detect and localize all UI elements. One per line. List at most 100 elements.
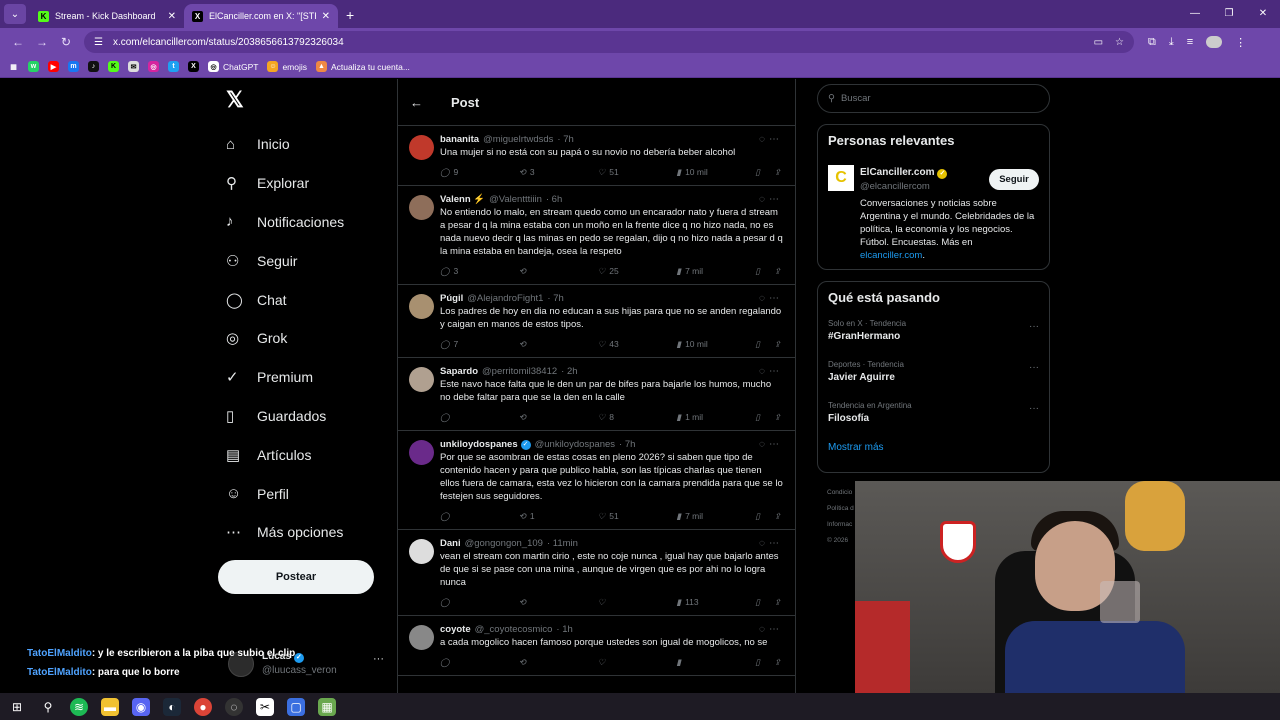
views-button[interactable]: ▮ 10 mil: [676, 339, 716, 350]
show-more-link[interactable]: Mostrar más: [828, 442, 1039, 453]
app-icon[interactable]: ▢: [287, 697, 305, 716]
bookmark-icon[interactable]: ▯: [755, 412, 760, 423]
more-icon[interactable]: ···: [1029, 362, 1039, 373]
share-icon[interactable]: ⇪: [774, 597, 781, 608]
minecraft-icon[interactable]: ▦: [318, 697, 336, 716]
reply-button[interactable]: ◯ 3: [440, 266, 480, 277]
bookmark-actualiza[interactable]: ▲ Actualiza tu cuenta...: [316, 61, 410, 72]
obs-icon[interactable]: ◌: [225, 697, 243, 716]
user-name[interactable]: Dani: [440, 538, 461, 549]
retweet-button[interactable]: ⟲: [519, 597, 559, 608]
nav-item-bookmark[interactable]: ▯ Guardados: [218, 397, 344, 436]
spotify-icon[interactable]: ≋: [70, 697, 88, 716]
user-name[interactable]: bananita: [440, 134, 479, 145]
share-icon[interactable]: ⇪: [774, 412, 781, 423]
avatar[interactable]: [409, 367, 434, 392]
like-button[interactable]: ♡ 25: [598, 266, 638, 277]
reply-tweet[interactable]: bananita @miguelrtwdsds · 7h ◌⋯ Una mujer si…: [398, 126, 795, 186]
close-icon[interactable]: ✕: [322, 11, 330, 22]
profile-avatar-icon[interactable]: [1206, 35, 1223, 48]
avatar[interactable]: [409, 195, 434, 220]
discord-icon[interactable]: ◉: [132, 697, 150, 716]
nav-item-premium[interactable]: ✓ Premium: [218, 358, 344, 397]
star-icon[interactable]: ☆: [1115, 37, 1124, 48]
bookmark-icon[interactable]: ▯: [755, 597, 760, 608]
twitch-icon[interactable]: t: [168, 61, 179, 72]
kick-icon[interactable]: K: [108, 61, 119, 72]
avatar[interactable]: [409, 135, 434, 160]
close-icon[interactable]: ✕: [168, 11, 176, 22]
bio-link[interactable]: elcanciller.com: [860, 250, 922, 261]
nav-item-article[interactable]: ▤ Artículos: [218, 435, 344, 474]
url-bar[interactable]: ☰ x.com/elcancillercom/status/2038656613…: [84, 31, 1134, 53]
reply-tweet[interactable]: Púgil @AlejandroFight1 · 7h ◌⋯ Los padres de…: [398, 285, 795, 358]
share-icon[interactable]: ⇪: [774, 167, 781, 178]
download-icon[interactable]: ⤓: [1169, 36, 1174, 49]
reply-button[interactable]: ◯ 7: [440, 339, 480, 350]
reply-tweet[interactable]: Valenn ⚡ @Valentttiiin · 6h ◌⋯ No entiendo l…: [398, 186, 795, 285]
menu-kebab-icon[interactable]: ⋮: [1235, 36, 1246, 49]
close-window-icon[interactable]: ✕: [1246, 0, 1280, 28]
reply-button[interactable]: ◯ 9: [440, 167, 480, 178]
windows-start-icon[interactable]: ⊞: [8, 698, 26, 716]
retweet-button[interactable]: ⟲: [519, 339, 559, 350]
retweet-button[interactable]: ⟲: [519, 266, 559, 277]
views-button[interactable]: ▮ 113: [676, 597, 716, 608]
nav-item-search[interactable]: ⚲ Explorar: [218, 164, 344, 203]
like-button[interactable]: ♡: [598, 597, 638, 608]
messenger-icon[interactable]: m: [68, 61, 79, 72]
reload-icon[interactable]: ↻: [54, 35, 78, 49]
reply-button[interactable]: ◯: [440, 511, 480, 522]
reply-tweet[interactable]: Sapardo @perritomil38412 · 2h ◌⋯ Este navo h…: [398, 358, 795, 431]
x-logo-icon[interactable]: 𝕏: [226, 87, 244, 113]
views-button[interactable]: ▮ 7 mil: [676, 266, 716, 277]
media-icon[interactable]: ≡: [1187, 36, 1193, 49]
search-icon[interactable]: ⚲: [39, 698, 57, 716]
bookmark-chatgpt[interactable]: ◎ ChatGPT: [208, 61, 258, 72]
follow-button[interactable]: Seguir: [989, 169, 1039, 190]
chrome-icon[interactable]: ●: [194, 697, 212, 716]
minimize-icon[interactable]: —: [1178, 0, 1212, 28]
share-icon[interactable]: ⇪: [774, 266, 781, 277]
tab-kick-dashboard[interactable]: K Stream - Kick Dashboard ✕: [30, 4, 184, 28]
like-button[interactable]: ♡ 51: [598, 511, 638, 522]
footer-link[interactable]: Política d: [827, 501, 854, 517]
more-icon[interactable]: ···: [373, 653, 384, 665]
avatar[interactable]: [409, 294, 434, 319]
nav-item-more[interactable]: ⋯ Más opciones: [218, 513, 344, 552]
mail-icon[interactable]: ✉: [128, 61, 139, 72]
bookmark-icon[interactable]: ▯: [755, 167, 760, 178]
grok-icon[interactable]: ◌⋯: [759, 624, 783, 635]
avatar[interactable]: [409, 625, 434, 650]
bookmark-icon[interactable]: ▯: [755, 339, 760, 350]
grok-icon[interactable]: ◌⋯: [759, 194, 783, 205]
bookmark-icon[interactable]: ▯: [755, 657, 760, 668]
footer-link[interactable]: Informac: [827, 517, 854, 533]
nav-item-person-add[interactable]: ⚇ Seguir: [218, 241, 344, 280]
trend-item[interactable]: Tendencia en Argentina Filosofía ···: [828, 401, 1039, 442]
grok-icon[interactable]: ◌⋯: [759, 538, 783, 549]
extensions-icon[interactable]: ⧉: [1148, 36, 1156, 49]
restore-icon[interactable]: ❐: [1212, 0, 1246, 28]
user-name[interactable]: unkiloydospanes: [440, 439, 518, 450]
retweet-button[interactable]: ⟲: [519, 412, 559, 423]
grok-icon[interactable]: ◌⋯: [759, 293, 783, 304]
reply-button[interactable]: ◯: [440, 597, 480, 608]
search-input[interactable]: ⚲ Buscar: [817, 84, 1050, 113]
steam-icon[interactable]: ◐: [163, 697, 181, 716]
tab-elcanciller-post[interactable]: X ElCanciller.com en X: "[STREAM ✕: [184, 4, 338, 28]
views-button[interactable]: ▮ 1 mil: [676, 412, 716, 423]
retweet-button[interactable]: ⟲ 3: [519, 167, 559, 178]
user-name[interactable]: Púgil: [440, 293, 463, 304]
reply-button[interactable]: ◯: [440, 412, 480, 423]
bookmark-emojis[interactable]: ☺ emojis: [267, 61, 307, 72]
user-name[interactable]: coyote: [440, 624, 471, 635]
reply-button[interactable]: ◯: [440, 657, 480, 668]
reply-tweet[interactable]: Dani @gongongon_109 · 11min ◌⋯ vean el strea…: [398, 530, 795, 616]
share-icon[interactable]: ⇪: [774, 657, 781, 668]
cast-icon[interactable]: ▭: [1094, 37, 1103, 48]
views-button[interactable]: ▮: [676, 657, 716, 668]
nav-item-bell[interactable]: ♪ Notificaciones: [218, 203, 344, 242]
like-button[interactable]: ♡ 51: [598, 167, 638, 178]
grok-icon[interactable]: ◌⋯: [759, 134, 783, 145]
